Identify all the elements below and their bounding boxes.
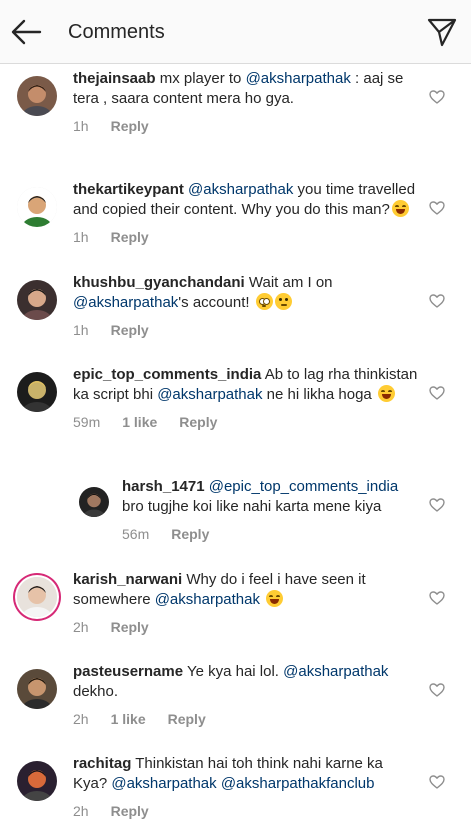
- mention-link[interactable]: @aksharpathak: [246, 70, 351, 87]
- heart-icon[interactable]: [429, 775, 445, 789]
- comment-meta: 2h Reply: [73, 618, 421, 636]
- comment-item: epic_top_comments_india Ab to lag rha th…: [0, 365, 471, 431]
- heart-icon[interactable]: [429, 201, 445, 215]
- avatar[interactable]: [17, 669, 57, 709]
- avatar[interactable]: [17, 187, 57, 227]
- direct-send-icon[interactable]: [427, 17, 457, 47]
- comment-text: thejainsaab mx player to @aksharpathak :…: [73, 69, 421, 109]
- comment-item: karish_narwani Why do i feel i have seen…: [0, 570, 471, 636]
- comment-meta: 59m 1 like Reply: [73, 413, 421, 431]
- comment-body-text: ne hi likha hoga: [262, 386, 376, 403]
- timestamp: 56m: [122, 526, 150, 542]
- mention-link[interactable]: @aksharpathak: [155, 591, 260, 608]
- comment-item: pasteusername Ye kya hai lol. @aksharpat…: [0, 662, 471, 728]
- avatar[interactable]: [17, 577, 57, 617]
- mention-link[interactable]: @aksharpathak: [111, 775, 216, 792]
- mention-link[interactable]: @aksharpathak: [283, 663, 388, 680]
- reply-button[interactable]: Reply: [171, 526, 209, 542]
- comment-body-text: [260, 591, 264, 608]
- like-count[interactable]: 1 like: [122, 414, 157, 430]
- username-link[interactable]: epic_top_comments_india: [73, 366, 261, 383]
- mention-link[interactable]: @aksharpathak: [157, 386, 262, 403]
- username-link[interactable]: karish_narwani: [73, 571, 182, 588]
- username-link[interactable]: thejainsaab: [73, 70, 156, 87]
- heart-icon[interactable]: [429, 294, 445, 308]
- username-link[interactable]: thekartikeypant: [73, 181, 184, 198]
- heart-icon[interactable]: [429, 498, 445, 512]
- laugh-emoji-icon: [391, 200, 409, 217]
- comment-text: karish_narwani Why do i feel i have seen…: [73, 570, 421, 610]
- timestamp: 2h: [73, 711, 89, 727]
- comment-text: epic_top_comments_india Ab to lag rha th…: [73, 365, 421, 405]
- heart-icon[interactable]: [429, 90, 445, 104]
- reply-button[interactable]: Reply: [179, 414, 217, 430]
- reply-button[interactable]: Reply: [168, 711, 206, 727]
- username-link[interactable]: harsh_1471: [122, 478, 205, 495]
- comment-body-text: bro tugjhe koi like nahi karta mene kiya: [122, 498, 382, 515]
- top-bar: Comments: [0, 0, 471, 64]
- comment-item: thekartikeypant @aksharpathak you time t…: [0, 180, 471, 246]
- comment-body-text: 's account!: [178, 294, 254, 311]
- reply-button[interactable]: Reply: [111, 803, 149, 819]
- heart-icon[interactable]: [429, 591, 445, 605]
- timestamp: 2h: [73, 619, 89, 635]
- reply-button[interactable]: Reply: [111, 229, 149, 245]
- comment-meta: 2h 1 like Reply: [73, 710, 421, 728]
- avatar[interactable]: [17, 761, 57, 801]
- username-link[interactable]: khushbu_gyanchandani: [73, 274, 245, 291]
- comment-body-text: Wait am I on: [244, 274, 333, 291]
- comment-meta: 1h Reply: [73, 321, 421, 339]
- comment-item: rachitag Thinkistan hai toh think nahi k…: [0, 754, 471, 820]
- avatar[interactable]: [17, 76, 57, 116]
- comment-item: thejainsaab mx player to @aksharpathak :…: [0, 69, 471, 135]
- comment-meta: 56m Reply: [122, 525, 421, 543]
- page-title: Comments: [68, 21, 165, 43]
- comment-meta: 1h Reply: [73, 117, 421, 135]
- timestamp: 1h: [73, 322, 89, 338]
- avatar[interactable]: [79, 487, 109, 517]
- laugh-emoji-icon: [266, 590, 284, 607]
- timestamp: 2h: [73, 803, 89, 819]
- heart-icon[interactable]: [429, 683, 445, 697]
- heart-icon[interactable]: [429, 386, 445, 400]
- reply-button[interactable]: Reply: [111, 322, 149, 338]
- back-arrow-icon[interactable]: [10, 18, 42, 46]
- laugh-emoji-icon: [377, 385, 395, 402]
- comment-meta: 1h Reply: [73, 228, 421, 246]
- comment-text: thekartikeypant @aksharpathak you time t…: [73, 180, 421, 220]
- timestamp: 59m: [73, 414, 101, 430]
- reply-button[interactable]: Reply: [111, 118, 149, 134]
- username-link[interactable]: pasteusername: [73, 663, 183, 680]
- reply-comment: harsh_1471 @epic_top_comments_india bro …: [0, 477, 471, 543]
- mention-link[interactable]: @aksharpathak: [73, 294, 178, 311]
- comment-text: khushbu_gyanchandani Wait am I on @aksha…: [73, 273, 421, 313]
- comment-meta: 2h Reply: [73, 802, 421, 820]
- comment-text: harsh_1471 @epic_top_comments_india bro …: [122, 477, 421, 517]
- comment-body-text: dekho.: [73, 683, 119, 700]
- comment-item: khushbu_gyanchandani Wait am I on @aksha…: [0, 273, 471, 339]
- avatar[interactable]: [17, 280, 57, 320]
- avatar[interactable]: [17, 372, 57, 412]
- like-count[interactable]: 1 like: [111, 711, 146, 727]
- flush-emoji-icon: [255, 293, 273, 310]
- reply-button[interactable]: Reply: [111, 619, 149, 635]
- timestamp: 1h: [73, 118, 89, 134]
- username-link[interactable]: rachitag: [73, 755, 131, 772]
- comment-body-text: mx player to: [155, 70, 246, 87]
- comment-text: pasteusername Ye kya hai lol. @aksharpat…: [73, 662, 421, 702]
- comment-body-text: Ye kya hai lol.: [183, 663, 284, 680]
- mention-link[interactable]: @aksharpathakfanclub: [221, 775, 375, 792]
- mention-link[interactable]: @epic_top_comments_india: [209, 478, 399, 495]
- timestamp: 1h: [73, 229, 89, 245]
- comment-text: rachitag Thinkistan hai toh think nahi k…: [73, 754, 421, 794]
- think-emoji-icon: [274, 293, 292, 310]
- mention-link[interactable]: @aksharpathak: [188, 181, 293, 198]
